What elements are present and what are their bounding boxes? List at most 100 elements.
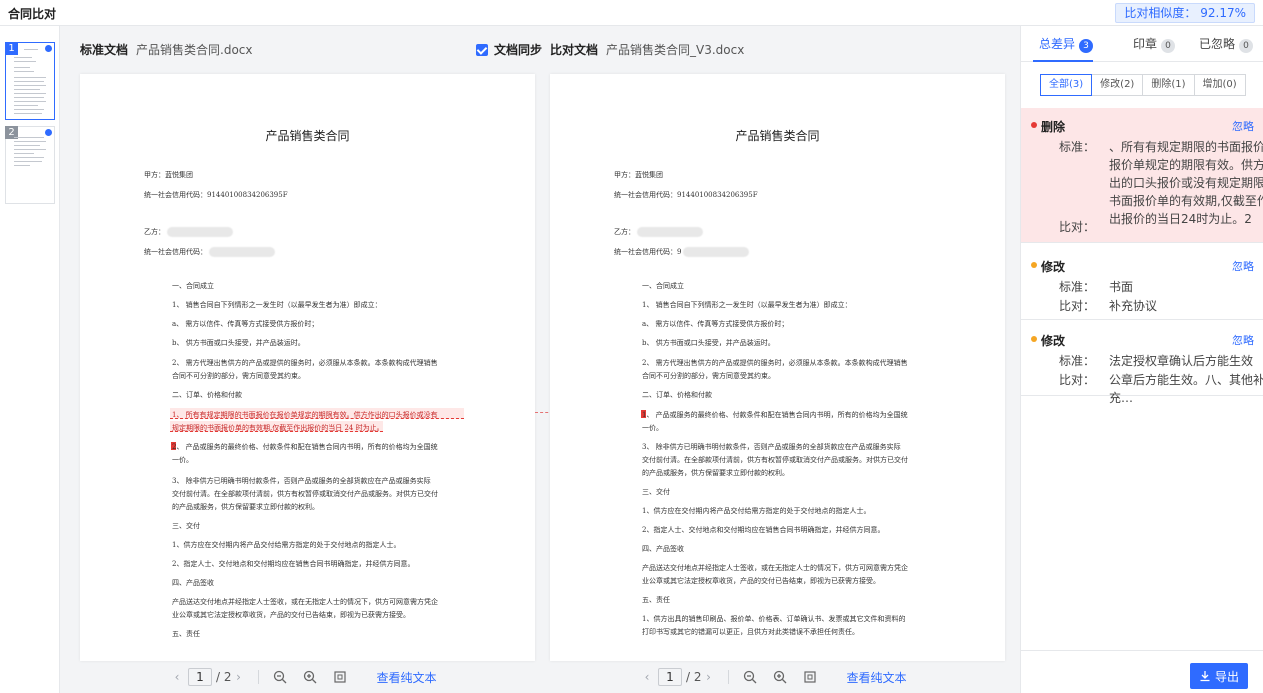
doc-line: 1、 销售合同自下列情形之一发生时（以最早发生者为准）即成立： (172, 301, 382, 309)
page-total: / 2 (216, 670, 232, 684)
redacted-field (209, 247, 275, 257)
page-number-input[interactable]: 1 (188, 668, 212, 686)
doc-line: 五、责任 (172, 630, 200, 638)
diff-type: 修改 (1041, 260, 1066, 274)
doc-line: b、 供方书面或口头接受，并产品装运时。 (642, 339, 775, 347)
standard-doc-filename: 产品销售类合同.docx (136, 43, 253, 57)
ignore-link[interactable]: 忽略 (1232, 258, 1254, 274)
compare-doc-page: 产品销售类合同 甲方：蓝悦集团 统一社会信用代码：914401008342063… (550, 74, 1005, 661)
sync-toggle[interactable]: 文档同步 (476, 26, 542, 74)
filter-add-button[interactable]: 增加(0) (1193, 74, 1246, 96)
doc-line: b、 供方书面或口头接受，并产品装运时。 (172, 339, 305, 347)
zoom-out-icon[interactable] (271, 668, 289, 686)
doc-line: 一价。 (172, 456, 193, 464)
prev-page-icon[interactable]: ‹ (640, 670, 654, 684)
doc-line: 业公章或其它法定授权章收货，产品的交付已告结束，即视为已获需方接受。 (172, 611, 410, 619)
standard-value: 、所有有规定期限的书面报价在报价单规定的期限有效。供方作出的口头报价或没有规定期… (1109, 140, 1263, 226)
filter-delete-button[interactable]: 删除(1) (1142, 74, 1195, 96)
doc-line: 四、产品签收 (642, 545, 684, 553)
tab-all-diffs[interactable]: 总差异 3 (1039, 35, 1094, 53)
tab-ignored[interactable]: 已忽略 0 (1199, 35, 1254, 53)
doc-line: 一价。 (642, 424, 663, 432)
count-badge: 0 (1239, 39, 1254, 53)
doc-line: 产品送达交付地点并经指定人士签收，或在无指定人士的情况下，供方可网意需方凭企 (172, 598, 438, 606)
doc-line: 2、 产品或服务的最终价格、付款条件和配在销售合同内书明，所有的价格均为全国统 (172, 443, 438, 451)
doc-line: 一、合同成立 (172, 282, 214, 290)
diff-panel: 总差异 3 印章 0 已忽略 0 全部(3) 修改(2) 删除(1) 增加(0) 删除… (1020, 26, 1263, 693)
next-page-icon[interactable]: › (232, 670, 246, 684)
redacted-field (683, 247, 750, 257)
filter-modify-button[interactable]: 修改(2) (1091, 74, 1144, 96)
next-page-icon[interactable]: › (702, 670, 716, 684)
doc-line: 业公章或其它法定授权章收货，产品的交付已告结束，即视为已获需方接受。 (642, 577, 880, 585)
diff-filter-group: 全部(3) 修改(2) 删除(1) 增加(0) (1040, 74, 1246, 96)
diff-card-modify[interactable]: 修改 忽略 标准： 书面 比对： 补充协议 (1021, 248, 1263, 320)
doc-line: 乙方： (614, 227, 703, 237)
top-bar: 合同比对 比对相似度： 92.17% (0, 0, 1263, 26)
doc-line: 2、指定人士、交付地点和交付期均应在销售合同书明确指定，并经供方同意。 (172, 560, 415, 568)
doc-line: 打印书写或其它的错漏可以更正，且供方对此类错误不承担任何责任。 (642, 628, 859, 636)
doc-line: 1、供方应在交付期内将产品交付给需方指定的处于交付地点的指定人士。 (642, 507, 871, 515)
standard-doc-label: 标准文档 (80, 43, 129, 57)
compare-value: 公章后方能生效。八、其他补充… (1109, 373, 1263, 405)
active-tab-indicator (1033, 60, 1093, 62)
compare-value: 补充协议 (1109, 299, 1158, 313)
doc-line: 3、 除非供方已明确书明付款条件，否则产品或服务的全部货款应在产品或服务实际 (642, 443, 901, 451)
modify-dot (1031, 262, 1037, 268)
doc-title: 产品销售类合同 (265, 129, 350, 143)
doc-line: 甲方：蓝悦集团 (614, 171, 663, 179)
filter-all-button[interactable]: 全部(3) (1040, 74, 1093, 96)
doc-line: 1、供方应在交付期内将产品交付给需方指定的处于交付地点的指定人士。 (172, 541, 401, 549)
doc-line: 二、订单、价格和付款 (172, 391, 242, 399)
doc-line: a、 需方以信件、传真等方式接受供方报价时； (172, 320, 319, 328)
zoom-out-icon[interactable] (741, 668, 759, 686)
ignore-link[interactable]: 忽略 (1232, 332, 1254, 348)
doc-line: 交付前付清。在全部款项付清前，供方有权暂停或取消交付产品或服务。对供方已交付 (172, 490, 438, 498)
doc-line: 合同不可分割的部分，需方同意受其约束。 (172, 372, 305, 380)
prev-page-icon[interactable]: ‹ (170, 670, 184, 684)
zoom-in-icon[interactable] (301, 668, 319, 686)
diff-dot (45, 129, 52, 136)
doc-line: 合同不可分割的部分，需方同意受其约束。 (642, 372, 775, 380)
page-thumb-1[interactable]: 1 (5, 42, 55, 120)
diff-card-delete[interactable]: 删除 忽略 标准： 、所有有规定期限的书面报价在报价单规定的期限有效。供方作出的… (1021, 108, 1263, 243)
standard-doc-page: 产品销售类合同 甲方：蓝悦集团 统一社会信用代码：914401008342063… (80, 74, 535, 661)
deleted-line: 1、 所有有规定期限的书面报价在报价单规定的期限有效。供方作出的口头报价或没有 (172, 411, 438, 419)
doc-line: 甲方：蓝悦集团 (144, 171, 193, 179)
doc-line: 1、 销售合同自下列情形之一发生时（以最早发生者为准）即成立： (642, 301, 852, 309)
doc-line: 2、 需方代理出售供方的产品或提供的服务时，必须服从本条款。本条款构成代理销售 (172, 359, 438, 367)
panel-tabs: 总差异 3 印章 0 已忽略 0 (1021, 26, 1263, 62)
diff-card-modify[interactable]: 修改 忽略 标准： 法定授权章确认后方能生效 比对： 公章后方能生效。八、其他补… (1021, 322, 1263, 405)
delete-dot (1031, 122, 1037, 128)
doc-line: 乙方： (144, 227, 233, 237)
doc-line: 二、订单、价格和付款 (642, 391, 712, 399)
thumbnail-sidebar: 1 2 (0, 26, 60, 693)
page-total: / 2 (686, 670, 702, 684)
tab-seals[interactable]: 印章 0 (1133, 35, 1176, 53)
doc-line: 1、 产品或服务的最终价格、付款条件和配在销售合同内书明，所有的价格均为全国统 (642, 411, 908, 419)
doc-line: 1、供方出具的销售印刷品、报价单、价格表、订单确认书、发票或其它文件和资料的 (642, 615, 906, 623)
fit-page-icon[interactable] (801, 668, 819, 686)
view-plain-text-link[interactable]: 查看纯文本 (377, 669, 437, 686)
doc-line: 三、交付 (642, 488, 670, 496)
ignore-link[interactable]: 忽略 (1232, 118, 1254, 134)
doc-title: 产品销售类合同 (735, 129, 820, 143)
page-number-input[interactable]: 1 (658, 668, 682, 686)
doc-line: 产品送达交付地点并经指定人士签收，或在无指定人士的情况下，供方可网意需方凭企 (642, 564, 908, 572)
zoom-in-icon[interactable] (771, 668, 789, 686)
download-icon (1200, 671, 1210, 682)
standard-value: 法定授权章确认后方能生效 (1109, 354, 1254, 368)
doc-line: 3、 除非供方已明确书明付款条件，否则产品或服务的全部货款应在产品或服务实际 (172, 477, 431, 485)
page-thumb-2[interactable]: 2 (5, 126, 55, 204)
sync-checkbox[interactable] (476, 44, 488, 56)
thumb-number: 1 (5, 42, 18, 55)
export-button[interactable]: 导出 (1190, 663, 1248, 689)
doc-line: 五、责任 (642, 596, 670, 604)
compare-doc-toolbar: ‹ 1 / 2 › 查看纯文本 (640, 667, 907, 687)
doc-line: 统一社会信用代码：91440100834206395F (614, 191, 758, 199)
fit-page-icon[interactable] (331, 668, 349, 686)
compare-doc-filename: 产品销售类合同_V3.docx (606, 43, 745, 57)
view-plain-text-link[interactable]: 查看纯文本 (847, 669, 907, 686)
diff-type: 删除 (1041, 120, 1066, 134)
redacted-field (637, 227, 703, 237)
